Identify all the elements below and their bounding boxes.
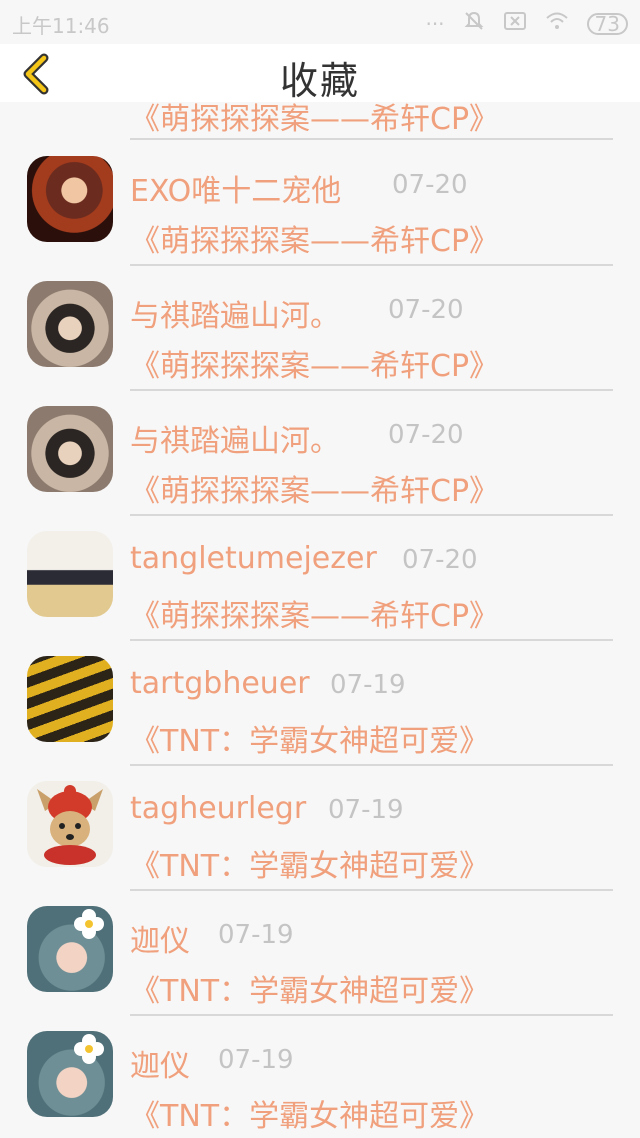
user-name: 与祺踏遍山河。 — [130, 424, 340, 459]
book-title: 《萌探探探案——希轩CP》 — [130, 599, 500, 634]
user-name: 迦仪 — [130, 1049, 190, 1084]
favorite-date: 07-19 — [330, 670, 406, 700]
book-title: 《萌探探探案——希轩CP》 — [130, 102, 500, 137]
sim-off-icon — [503, 11, 527, 36]
more-icon: ··· — [425, 11, 445, 36]
avatar — [27, 656, 113, 742]
status-icons: ··· 73 — [425, 10, 628, 37]
wifi-icon — [545, 11, 569, 36]
favorites-list: 《萌探探探案——希轩CP》 EXO唯十二宠他 07-20 《萌探探探案——希轩C… — [0, 102, 640, 1138]
user-name: tartgbheuer — [130, 666, 310, 701]
favorite-date: 07-20 — [402, 545, 478, 575]
avatar — [27, 781, 113, 867]
favorite-date: 07-20 — [388, 420, 464, 450]
book-title: 《萌探探探案——希轩CP》 — [130, 349, 500, 384]
dog-illustration — [37, 785, 103, 865]
flower-decoration — [74, 1034, 104, 1064]
avatar — [27, 156, 113, 242]
book-title: 《TNT：学霸女神超可爱》 — [130, 1099, 490, 1134]
list-item[interactable]: EXO唯十二宠他 07-20 《萌探探探案——希轩CP》 — [0, 140, 640, 266]
favorite-date: 07-19 — [218, 920, 294, 950]
avatar — [27, 906, 113, 992]
user-name: EXO唯十二宠他 — [130, 174, 342, 209]
header-bar: 收藏 — [0, 44, 640, 103]
list-item[interactable]: tagheurlegr 07-19 《TNT：学霸女神超可爱》 — [0, 765, 640, 891]
user-name: 迦仪 — [130, 924, 190, 959]
status-time: 上午11:46 — [12, 14, 110, 38]
flower-decoration — [74, 909, 104, 939]
favorite-date: 07-19 — [328, 795, 404, 825]
list-item[interactable]: tangletumejezer 07-20 《萌探探探案——希轩CP》 — [0, 515, 640, 641]
book-title: 《TNT：学霸女神超可爱》 — [130, 724, 490, 759]
mute-bell-icon — [463, 10, 485, 37]
avatar — [27, 531, 113, 617]
list-item[interactable]: 与祺踏遍山河。 07-20 《萌探探探案——希轩CP》 — [0, 390, 640, 516]
favorite-date: 07-20 — [392, 170, 468, 200]
list-item[interactable]: 《萌探探探案——希轩CP》 — [0, 102, 640, 140]
book-title: 《萌探探探案——希轩CP》 — [130, 224, 500, 259]
favorite-date: 07-20 — [388, 295, 464, 325]
book-title: 《TNT：学霸女神超可爱》 — [130, 849, 490, 884]
book-title: 《TNT：学霸女神超可爱》 — [130, 974, 490, 1009]
list-item[interactable]: 迦仪 07-19 《TNT：学霸女神超可爱》 — [0, 890, 640, 1016]
book-title: 《萌探探探案——希轩CP》 — [130, 474, 500, 509]
avatar — [27, 1031, 113, 1117]
favorite-date: 07-19 — [218, 1045, 294, 1075]
list-item[interactable]: 迦仪 07-19 《TNT：学霸女神超可爱》 — [0, 1015, 640, 1138]
page-title: 收藏 — [279, 59, 360, 103]
avatar — [27, 406, 113, 492]
avatar — [27, 281, 113, 367]
user-name: 与祺踏遍山河。 — [130, 299, 340, 334]
list-item[interactable]: tartgbheuer 07-19 《TNT：学霸女神超可爱》 — [0, 640, 640, 766]
user-name: tagheurlegr — [130, 791, 307, 826]
battery-indicator: 73 — [586, 12, 628, 35]
status-bar: 上午11:46 ··· 73 — [0, 0, 640, 44]
user-name: tangletumejezer — [130, 541, 377, 576]
list-item[interactable]: 与祺踏遍山河。 07-20 《萌探探探案——希轩CP》 — [0, 265, 640, 391]
